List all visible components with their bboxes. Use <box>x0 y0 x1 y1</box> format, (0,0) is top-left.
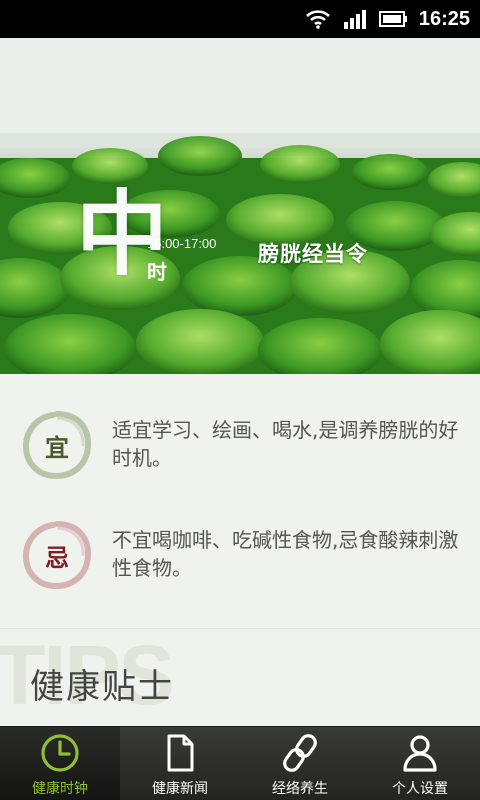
tab-label: 个人设置 <box>392 781 448 797</box>
tab-label: 经络养生 <box>272 781 328 797</box>
meridian-title: 膀胱经当令 <box>258 241 368 266</box>
avoid-text: 不宜喝咖啡、吃碱性食物,忌食酸辣刺激性食物。 <box>112 528 459 580</box>
hour-shi-label: 时 <box>147 260 167 284</box>
tab-personal-settings[interactable]: 个人设置 <box>360 727 480 800</box>
avoid-seal-char: 忌 <box>45 542 69 572</box>
status-icons: 16:25 <box>305 0 470 38</box>
suitable-text: 适宜学习、绘画、喝水,是调养膀胱的好时机。 <box>112 418 459 470</box>
chain-link-icon <box>283 734 317 772</box>
battery-icon <box>378 11 407 27</box>
hero-banner: 中 15:00-17:00 时 膀胱经当令 <box>0 38 480 374</box>
hour-time-range: 15:00-17:00 <box>147 236 217 251</box>
advice-avoid-row: 忌 不宜喝咖啡、吃碱性食物,忌食酸辣刺激性食物。 <box>0 518 480 618</box>
status-time: 16:25 <box>418 7 470 30</box>
bottom-tab-bar: 健康时钟 健康新闻 经络养生 个人设置 <box>0 726 480 800</box>
clock-icon <box>41 734 79 772</box>
advice-panel: 宜 适宜学习、绘画、喝水,是调养膀胱的好时机。 忌 不宜喝咖啡、吃碱性食物,忌食… <box>0 374 480 628</box>
avoid-seal: 忌 <box>20 518 94 592</box>
tab-label: 健康新闻 <box>152 781 208 797</box>
status-bar: 16:25 <box>0 0 480 38</box>
signal-icon <box>343 10 366 29</box>
document-icon <box>167 734 194 772</box>
tab-health-clock[interactable]: 健康时钟 <box>0 727 120 800</box>
wifi-icon <box>305 10 330 29</box>
user-icon <box>403 735 437 772</box>
tab-meridian-wellness[interactable]: 经络养生 <box>240 727 360 800</box>
tab-label: 健康时钟 <box>32 781 88 797</box>
suitable-seal-char: 宜 <box>45 432 69 462</box>
tab-health-news[interactable]: 健康新闻 <box>120 727 240 800</box>
tips-title: 健康贴士 <box>30 667 174 707</box>
suitable-seal: 宜 <box>20 408 94 482</box>
lotus-leaves-image <box>0 38 480 374</box>
advice-suitable-row: 宜 适宜学习、绘画、喝水,是调养膀胱的好时机。 <box>0 408 480 508</box>
health-tips-section[interactable]: TIPS 健康贴士 <box>0 628 480 726</box>
